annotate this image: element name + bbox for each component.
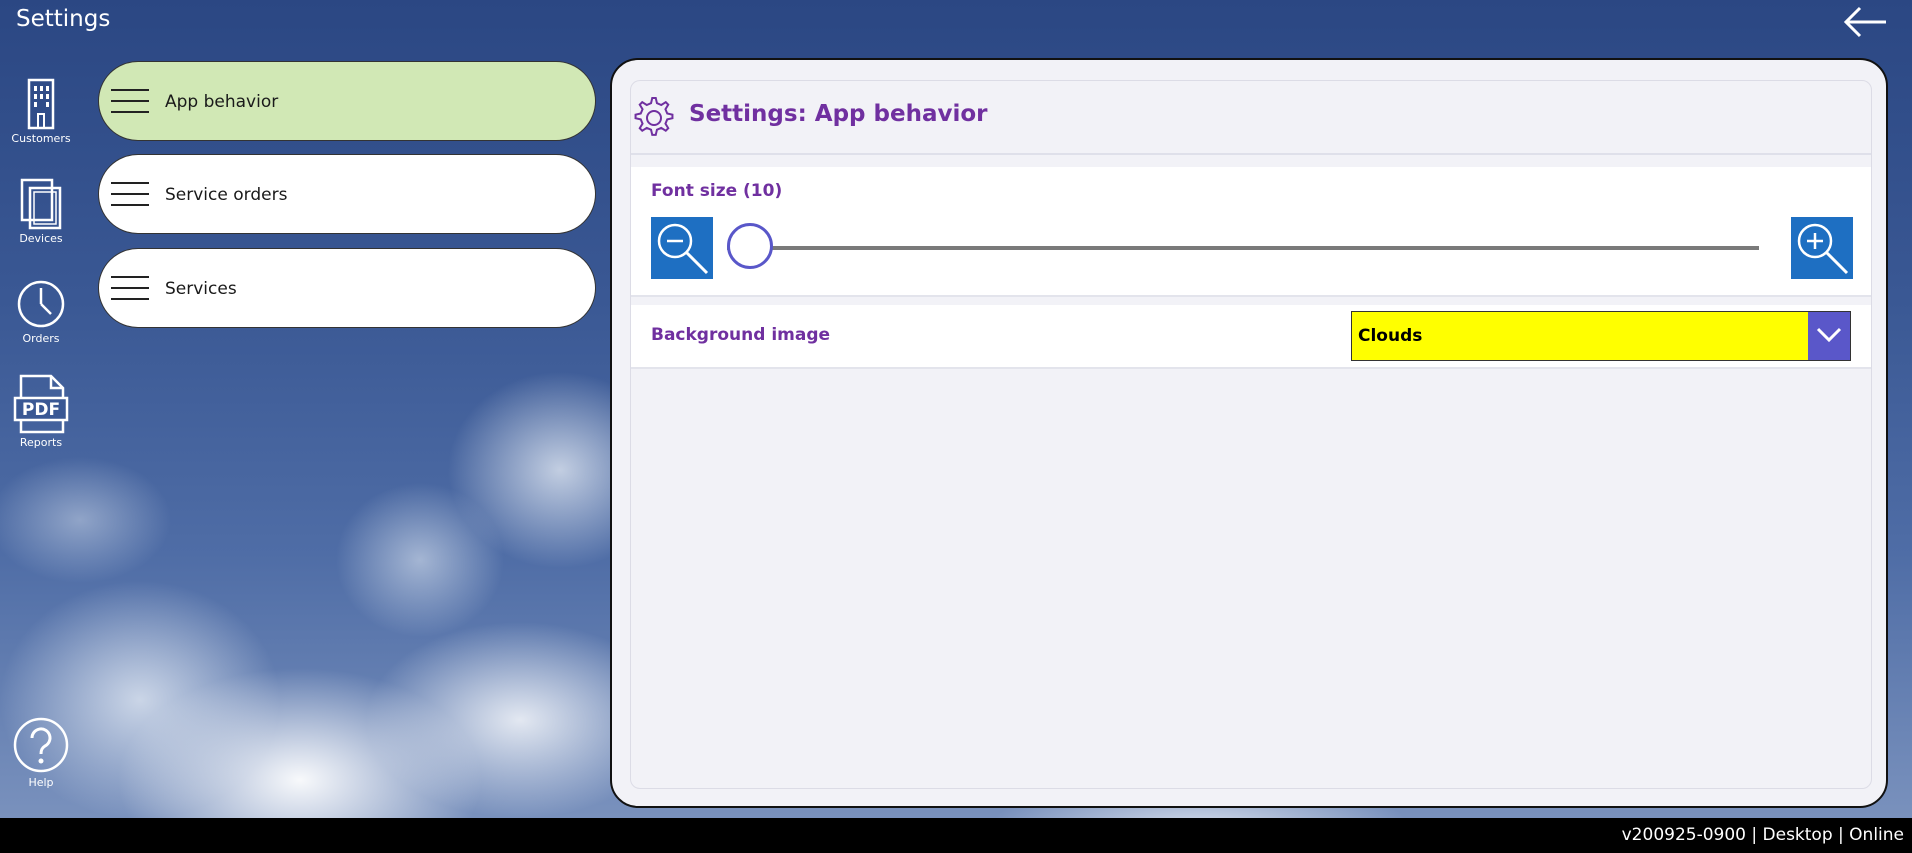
nav-item-label: Services [165,279,237,299]
rail-item-devices[interactable]: Devices [8,178,74,245]
rail-item-customers[interactable]: Customers [8,78,74,145]
status-text: v200925-0900 | Desktop | Online [1621,825,1904,845]
rail-item-reports[interactable]: PDF Reports [8,374,74,449]
pdf-icon: PDF [13,374,69,434]
zoom-out-button[interactable] [651,217,713,279]
page-title: Settings [16,6,111,32]
background-image-label: Background image [651,325,831,345]
slider-thumb[interactable] [727,223,773,269]
nav-item-label: Service orders [165,185,288,205]
background-image-setting: Background image Clouds [631,305,1871,369]
gear-icon [634,97,674,136]
rail-item-orders[interactable]: Orders [8,278,74,345]
zoom-out-icon [657,223,709,275]
hamburger-icon [111,89,149,113]
building-icon [27,78,55,130]
font-size-setting: Font size (10) [631,167,1871,297]
zoom-in-button[interactable] [1791,217,1853,279]
settings-panel-content: Settings: App behavior Font size (10) Ba… [630,80,1872,789]
rail-item-label: Orders [22,332,60,345]
svg-text:PDF: PDF [22,400,60,420]
nav-item-services[interactable]: Services [98,248,596,328]
help-icon [13,717,69,773]
hamburger-icon [111,276,149,300]
hamburger-icon [111,182,149,206]
dropdown-toggle[interactable] [1808,312,1850,360]
settings-panel: Settings: App behavior Font size (10) Ba… [610,58,1888,808]
chevron-down-icon [1816,327,1842,343]
help-button[interactable]: Help [8,716,74,789]
panel-title: Settings: App behavior [689,101,988,127]
status-bar: v200925-0900 | Desktop | Online [0,818,1912,853]
rail-item-label: Reports [19,436,63,449]
back-button[interactable] [1840,2,1892,42]
devices-icon [20,178,62,230]
font-size-slider[interactable] [727,223,1759,273]
font-size-label: Font size (10) [651,181,783,201]
zoom-in-icon [1797,223,1849,275]
rail-item-label: Devices [19,232,63,245]
arrow-left-icon [1843,6,1886,38]
panel-header: Settings: App behavior [631,81,1871,155]
rail-item-label: Customers [11,132,71,145]
dropdown-selected-value: Clouds [1358,326,1423,346]
nav-item-app-behavior[interactable]: App behavior [98,61,596,141]
clock-icon [17,280,65,328]
nav-item-service-orders[interactable]: Service orders [98,154,596,234]
background-image-dropdown[interactable]: Clouds [1351,311,1851,361]
slider-track [727,246,1759,250]
help-label: Help [28,776,54,789]
nav-item-label: App behavior [165,92,279,112]
